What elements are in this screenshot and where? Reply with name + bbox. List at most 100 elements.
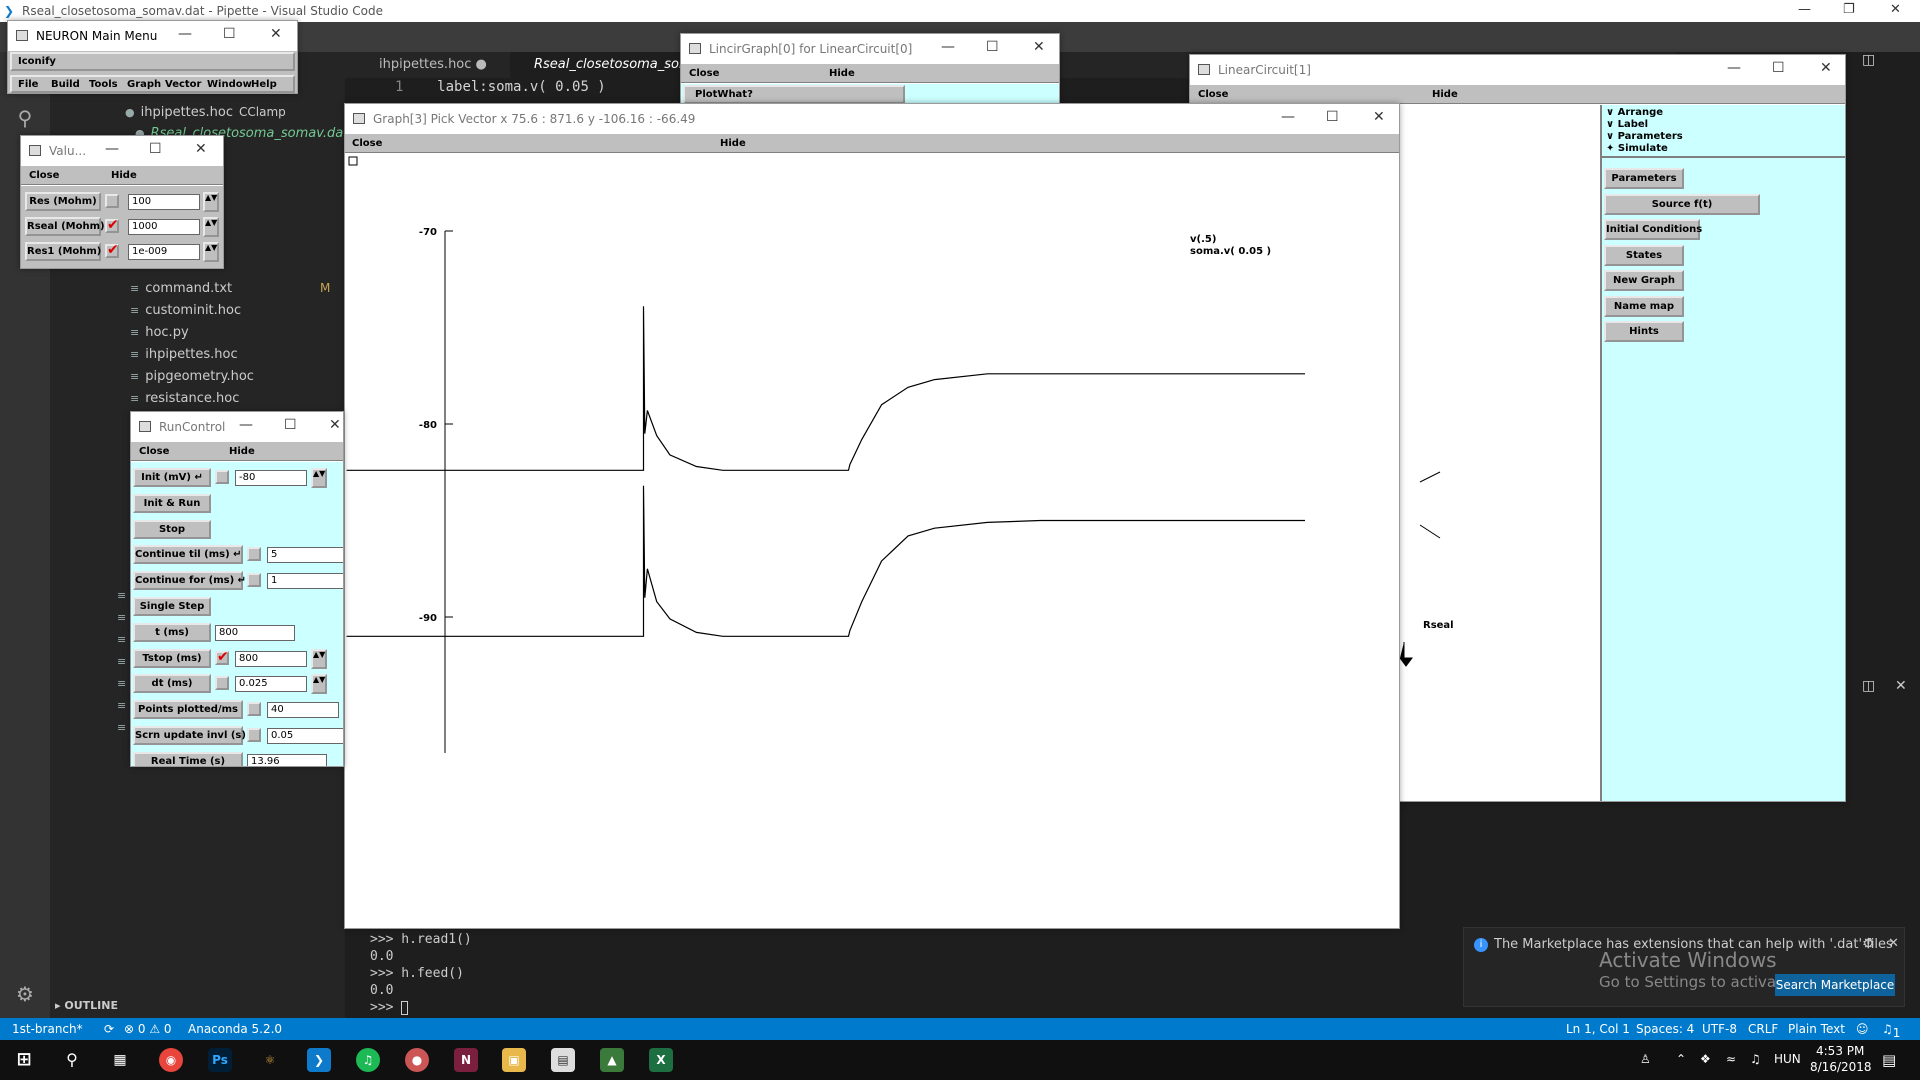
- problems-count[interactable]: ⊗ 0 ⚠ 0: [124, 1022, 172, 1036]
- mode-radio-simulate[interactable]: ✦ Simulate: [1606, 143, 1668, 154]
- minimize-icon[interactable]: —: [1727, 60, 1741, 76]
- windows-start-icon[interactable]: ⊞: [12, 1048, 36, 1072]
- person-icon[interactable]: ♙: [1640, 1052, 1651, 1066]
- minimize-icon[interactable]: —: [105, 141, 119, 157]
- tray-chevron-icon[interactable]: ⌃: [1676, 1052, 1686, 1066]
- explorer-file-item[interactable]: ≡ resistance.hoc: [130, 391, 239, 406]
- circuit-tool-button[interactable]: Hints: [1604, 321, 1684, 342]
- mode-radio-arrange[interactable]: ∨ Arrange: [1606, 107, 1663, 118]
- tab-ihpipettes[interactable]: ihpipettes.hoc ●: [355, 52, 505, 78]
- menu-item-build[interactable]: Build: [51, 79, 80, 90]
- action-center-icon[interactable]: ▤: [1882, 1051, 1896, 1069]
- search-icon[interactable]: ⚲: [60, 1048, 84, 1072]
- menu-item-window[interactable]: Window: [207, 79, 252, 90]
- run-control-checkbox[interactable]: [215, 676, 229, 691]
- menu-item-tools[interactable]: Tools: [89, 79, 118, 90]
- run-control-checkbox[interactable]: [247, 573, 261, 588]
- run-control-value-field[interactable]: -80: [235, 470, 307, 486]
- menu-item-graph[interactable]: Graph: [127, 79, 161, 90]
- run-control-button[interactable]: Points plotted/ms: [133, 700, 243, 720]
- graph-canvas[interactable]: 150280410540670800-70-80-90-100v(.5)soma…: [345, 153, 1399, 828]
- notifications-bell-icon[interactable]: ♫ 1: [1882, 1022, 1900, 1040]
- spinner-arrows-icon[interactable]: ▲▼: [311, 674, 327, 695]
- close-icon[interactable]: ✕: [1820, 60, 1832, 76]
- close-icon[interactable]: ✕: [195, 141, 207, 157]
- minimize-icon[interactable]: —: [178, 26, 192, 42]
- close-icon[interactable]: ✕: [1033, 39, 1045, 55]
- corner-box[interactable]: [348, 156, 358, 166]
- run-control-value-field[interactable]: 0.05: [267, 728, 343, 744]
- spinner-arrows-icon[interactable]: ▲▼: [203, 192, 219, 212]
- close-icon[interactable]: ✕: [270, 26, 282, 42]
- menu-item-file[interactable]: File: [18, 79, 38, 90]
- circuit-tool-button[interactable]: Source f(t): [1604, 193, 1760, 215]
- dropbox-icon[interactable]: ❖: [1700, 1052, 1711, 1066]
- chrome-icon[interactable]: ◉: [159, 1048, 183, 1072]
- circuit-tool-button[interactable]: States: [1604, 244, 1684, 266]
- run-control-value-field[interactable]: 800: [235, 650, 307, 667]
- hide-button[interactable]: Hide: [720, 138, 746, 149]
- explorer-file-item[interactable]: ≡ ihpipettes.hoc: [130, 347, 238, 362]
- gear-icon[interactable]: ⚙: [1862, 936, 1875, 952]
- close-icon[interactable]: ✕: [329, 417, 341, 433]
- run-control-checkbox[interactable]: [215, 470, 229, 484]
- run-control-value-field[interactable]: 5: [267, 547, 343, 564]
- file-explorer-icon[interactable]: ▣: [502, 1048, 526, 1072]
- run-control-button[interactable]: Real Time (s): [133, 751, 243, 766]
- notepad-icon[interactable]: ▤: [551, 1048, 575, 1072]
- run-control-button[interactable]: t (ms): [133, 622, 211, 642]
- feedback-icon[interactable]: ☺: [1856, 1022, 1869, 1036]
- restore-icon[interactable]: ❐: [1843, 2, 1855, 17]
- mode-radio-parameters[interactable]: ∨ Parameters: [1606, 131, 1683, 142]
- spinner-arrows-icon[interactable]: ▲▼: [203, 217, 219, 237]
- wifi-icon[interactable]: ≈: [1726, 1052, 1736, 1066]
- spotify-icon[interactable]: ♫: [356, 1048, 380, 1072]
- run-control-button[interactable]: Scrn update invl (s): [133, 726, 246, 745]
- run-control-button[interactable]: Continue for (ms) ↵: [133, 571, 246, 591]
- maximize-icon[interactable]: ☐: [284, 417, 297, 433]
- app-icon[interactable]: ●: [405, 1048, 429, 1072]
- circuit-tool-button[interactable]: Parameters: [1604, 168, 1684, 189]
- close-panel-icon[interactable]: ✕: [1895, 678, 1907, 694]
- maximize-icon[interactable]: ☐: [1772, 60, 1785, 76]
- outline-section[interactable]: ▸ OUTLINE: [55, 999, 118, 1012]
- hide-button[interactable]: Hide: [111, 170, 137, 181]
- minimize-icon[interactable]: —: [1281, 109, 1295, 125]
- app-icon[interactable]: ▲: [600, 1048, 624, 1072]
- volume-icon[interactable]: ♫: [1750, 1052, 1761, 1066]
- parameter-value-field[interactable]: 1e-009: [128, 244, 200, 260]
- terminal-prompt[interactable]: >>>: [370, 1000, 409, 1015]
- spinner-arrows-icon[interactable]: ▲▼: [311, 468, 327, 488]
- run-control-button[interactable]: Tstop (ms): [133, 648, 211, 668]
- run-control-button[interactable]: Stop: [133, 519, 211, 539]
- menu-item-help[interactable]: Help: [251, 79, 277, 90]
- explorer-file-item[interactable]: ≡ command.txt M: [130, 281, 330, 296]
- language-mode[interactable]: Plain Text: [1788, 1022, 1845, 1036]
- run-control-checkbox[interactable]: [247, 547, 261, 562]
- sync-icon[interactable]: ⟳: [104, 1022, 114, 1036]
- circuit-tool-button[interactable]: Initial Conditions: [1604, 219, 1702, 240]
- hide-button[interactable]: Hide: [1432, 89, 1458, 100]
- circuit-tool-button[interactable]: Name map: [1604, 295, 1684, 317]
- parameter-value-field[interactable]: 100: [128, 194, 200, 210]
- iconify-button[interactable]: Iconify: [10, 52, 295, 71]
- minimize-icon[interactable]: —: [941, 39, 955, 55]
- run-control-button[interactable]: Single Step: [133, 597, 211, 616]
- excel-icon[interactable]: X: [649, 1048, 673, 1072]
- menu-item-vector[interactable]: Vector: [165, 79, 201, 90]
- explorer-file-item[interactable]: ≡ pipgeometry.hoc: [130, 369, 254, 384]
- hide-button[interactable]: Hide: [829, 68, 855, 79]
- maximize-icon[interactable]: ☐: [223, 26, 236, 42]
- vscode-taskbar-icon[interactable]: ❯: [307, 1048, 331, 1072]
- cursor-position[interactable]: Ln 1, Col 1: [1566, 1022, 1630, 1036]
- photoshop-icon[interactable]: Ps: [208, 1048, 232, 1072]
- parameter-value-field[interactable]: 1000: [128, 219, 200, 235]
- close-button[interactable]: Close: [352, 138, 382, 149]
- parameter-button[interactable]: Res1 (Mohm): [25, 242, 101, 261]
- hide-button[interactable]: Hide: [229, 446, 255, 457]
- encoding[interactable]: UTF-8: [1702, 1022, 1737, 1036]
- maximize-icon[interactable]: ☐: [986, 39, 999, 55]
- close-icon[interactable]: ✕: [1888, 936, 1899, 951]
- app-icon[interactable]: ⚛: [258, 1048, 282, 1072]
- search-marketplace-button[interactable]: Search Marketplace: [1775, 974, 1895, 996]
